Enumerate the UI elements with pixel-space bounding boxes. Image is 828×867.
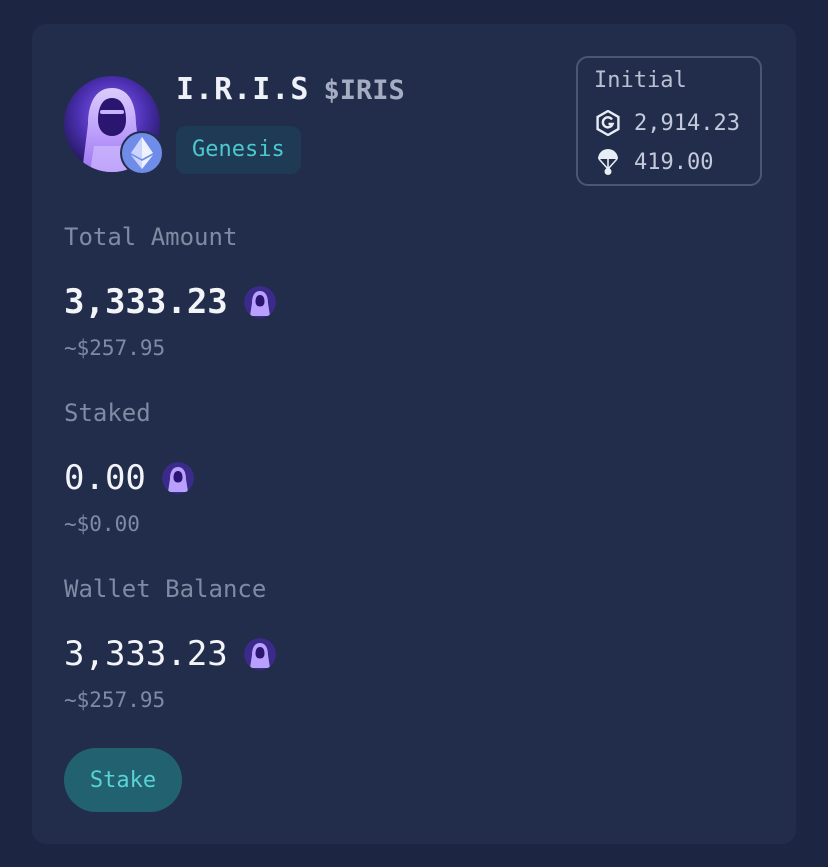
token-name-text: I.R.I.S bbox=[176, 72, 310, 107]
initial-airdrop-value: 419.00 bbox=[634, 149, 714, 175]
initial-allocation-box: Initial 2,914.23 419.00 bbox=[576, 56, 762, 186]
total-amount-value: 3,333.23 bbox=[64, 282, 228, 322]
wallet-balance-value: 3,333.23 bbox=[64, 634, 228, 674]
parachute-airdrop-icon bbox=[594, 148, 622, 176]
initial-row-g-coin: 2,914.23 bbox=[594, 108, 740, 138]
total-amount-row: 3,333.23 bbox=[64, 282, 276, 322]
initial-row-airdrop: 419.00 bbox=[594, 147, 713, 177]
g-coin-icon bbox=[594, 109, 622, 137]
token-name: I.R.I.S $IRIS bbox=[176, 72, 405, 107]
wallet-balance-row: 3,333.23 bbox=[64, 634, 276, 674]
token-card: I.R.I.S $IRIS Genesis Initial 2,914.23 4… bbox=[32, 24, 796, 844]
initial-g-coin-value: 2,914.23 bbox=[634, 110, 740, 136]
initial-title: Initial bbox=[594, 68, 687, 93]
ethereum-icon bbox=[120, 131, 164, 175]
token-ticker: $IRIS bbox=[323, 75, 405, 106]
total-amount-usd: ~$257.95 bbox=[64, 336, 166, 360]
wallet-balance-label: Wallet Balance bbox=[64, 575, 267, 603]
iris-token-icon bbox=[161, 462, 194, 494]
staked-label: Staked bbox=[64, 399, 151, 427]
staked-value: 0.00 bbox=[64, 458, 146, 498]
staked-usd: ~$0.00 bbox=[64, 512, 140, 536]
staked-row: 0.00 bbox=[64, 458, 194, 498]
iris-token-icon bbox=[243, 286, 276, 318]
stake-button[interactable]: Stake bbox=[64, 748, 182, 812]
total-amount-label: Total Amount bbox=[64, 223, 238, 251]
genesis-badge: Genesis bbox=[176, 126, 301, 174]
iris-token-icon bbox=[243, 638, 276, 670]
wallet-balance-usd: ~$257.95 bbox=[64, 688, 166, 712]
